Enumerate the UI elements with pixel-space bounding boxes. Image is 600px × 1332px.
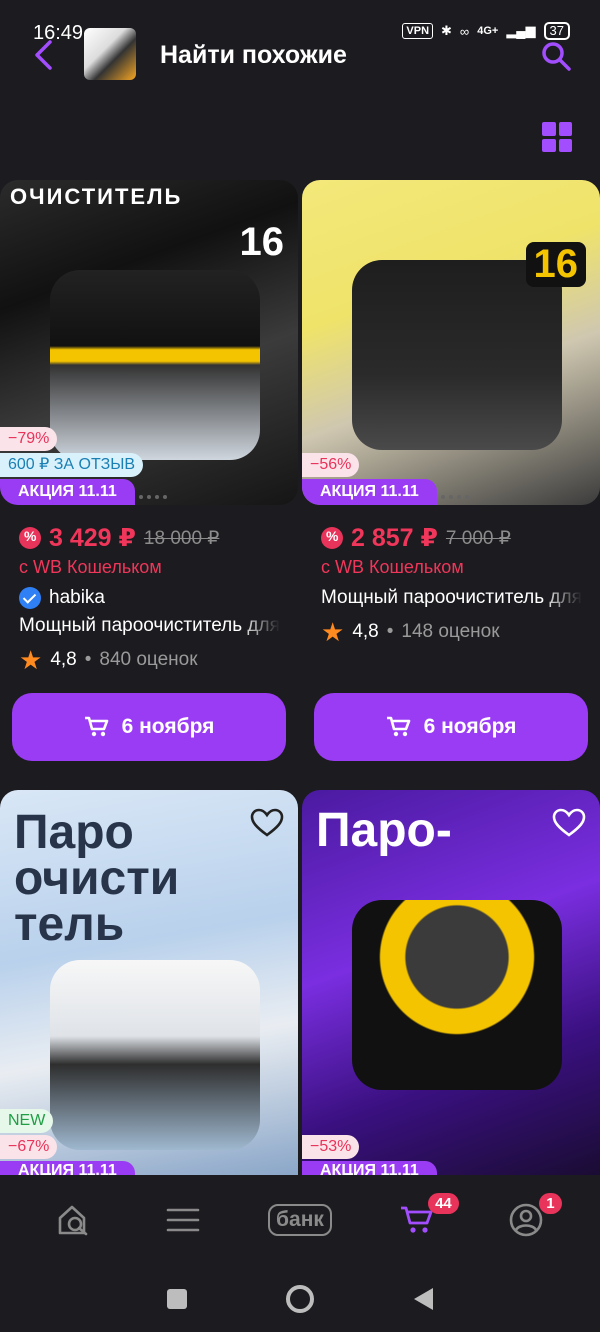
image-number: 16 <box>239 220 285 264</box>
star-icon: ★ <box>19 645 43 675</box>
rating-separator: • <box>386 621 394 642</box>
promo-badge: АКЦИЯ 11.11 <box>302 479 437 505</box>
cart-icon <box>84 716 108 737</box>
verified-check-icon <box>19 587 41 609</box>
nav-cart[interactable]: 44 <box>385 1193 459 1245</box>
recents-square-icon[interactable] <box>165 1287 189 1311</box>
price-row: 2 857 ₽ 7 000 ₽ <box>302 523 600 553</box>
brand-name: habika <box>49 587 105 608</box>
back-triangle-icon[interactable] <box>411 1286 435 1312</box>
discount-badge: −53% <box>302 1135 360 1159</box>
product-name: Мощный пароочиститель для дома <box>0 615 280 637</box>
badges: NEW −67% АКЦИЯ 11.11 <box>0 1109 135 1175</box>
delivery-date: 6 ноября <box>121 715 215 738</box>
new-badge: NEW <box>0 1109 54 1133</box>
image-number: 16 <box>525 242 586 287</box>
product-photo <box>352 900 562 1090</box>
price: 3 429 ₽ <box>49 524 136 552</box>
home-circle-icon[interactable] <box>284 1283 316 1315</box>
review-count: 840 оценок <box>99 649 198 670</box>
discount-badge: −67% <box>0 1135 58 1159</box>
rating-separator: • <box>84 649 92 670</box>
price: 2 857 ₽ <box>351 524 438 552</box>
product-image[interactable]: ОЧИСТИТЕЛЬ 16 −79% 600 ₽ ЗА ОТЗЫВ АКЦИЯ … <box>0 180 298 505</box>
badges: −56% АКЦИЯ 11.11 <box>302 453 437 505</box>
profile-icon <box>509 1203 542 1237</box>
promo-badge: АКЦИЯ 11.11 <box>0 1161 135 1175</box>
wallet-note: с WB Кошельком <box>19 557 162 577</box>
delivery-date: 6 ноября <box>423 715 517 738</box>
image-caption: ОЧИСТИТЕЛЬ <box>10 184 183 209</box>
product-card[interactable]: Паро- −53% АКЦИЯ 11.11 <box>302 790 600 1175</box>
nav-catalog[interactable] <box>151 1195 215 1245</box>
discount-percent-icon <box>321 527 343 549</box>
menu-icon <box>166 1208 200 1232</box>
bottom-navigation: банк 44 1 <box>0 1175 600 1265</box>
review-count: 148 оценок <box>401 621 500 642</box>
home-search-icon <box>59 1205 88 1236</box>
rating-value: 4,8 <box>352 621 379 642</box>
favorite-heart-icon[interactable] <box>250 808 284 838</box>
product-name: Мощный пароочиститель для дома <box>302 587 582 609</box>
cart-icon <box>386 716 410 737</box>
wallet-note: с WB Кошельком <box>321 557 464 577</box>
price-row: 3 429 ₽ 18 000 ₽ <box>0 523 298 553</box>
top-app-bar: Найти похожие <box>0 28 600 84</box>
nav-profile[interactable]: 1 <box>494 1193 562 1245</box>
product-photo <box>352 260 562 450</box>
search-icon[interactable] <box>540 40 572 72</box>
back-arrow-icon[interactable] <box>30 38 58 72</box>
image-caption: Паро- <box>316 804 452 857</box>
promo-badge: АКЦИЯ 11.11 <box>0 479 135 505</box>
star-icon: ★ <box>321 617 345 647</box>
badges: −53% АКЦИЯ 11.11 <box>302 1135 437 1175</box>
product-image[interactable]: Паро- −53% АКЦИЯ 11.11 <box>302 790 600 1175</box>
nav-bank[interactable]: банк <box>260 1195 340 1245</box>
nav-home[interactable] <box>42 1195 106 1245</box>
discount-badge: −56% <box>302 453 360 477</box>
rating-value: 4,8 <box>50 649 77 670</box>
product-card[interactable]: ОЧИСТИТЕЛЬ 16 −79% 600 ₽ ЗА ОТЗЫВ АКЦИЯ … <box>0 180 298 675</box>
review-bonus-badge: 600 ₽ ЗА ОТЗЫВ <box>0 453 144 477</box>
profile-notification-badge: 1 <box>539 1193 562 1214</box>
discount-percent-icon <box>19 527 41 549</box>
rating-row: ★ 4,8 • 148 оценок <box>302 617 600 647</box>
old-price: 7 000 ₽ <box>445 527 511 549</box>
product-image[interactable]: 16 −56% АКЦИЯ 11.11 <box>302 180 600 505</box>
favorite-heart-icon[interactable] <box>552 808 586 838</box>
badges: −79% 600 ₽ ЗА ОТЗЫВ АКЦИЯ 11.11 <box>0 427 144 505</box>
page-title: Найти похожие <box>160 41 347 69</box>
brand-row[interactable]: habika <box>0 587 298 609</box>
rating-row: ★ 4,8 • 840 оценок <box>0 645 298 675</box>
add-to-cart-button[interactable]: 6 ноября <box>314 693 588 761</box>
bank-label: банк <box>268 1204 332 1236</box>
product-card[interactable]: 16 −56% АКЦИЯ 11.11 2 857 ₽ 7 000 ₽ с WB… <box>302 180 600 647</box>
old-price: 18 000 ₽ <box>143 527 220 549</box>
product-card[interactable]: Паро очисти тель NEW −67% АКЦИЯ 11.11 <box>0 790 298 1175</box>
promo-badge: АКЦИЯ 11.11 <box>302 1161 437 1175</box>
product-image[interactable]: Паро очисти тель NEW −67% АКЦИЯ 11.11 <box>0 790 298 1175</box>
add-to-cart-button[interactable]: 6 ноября <box>12 693 286 761</box>
system-navigation-bar <box>0 1265 600 1332</box>
reference-product-thumbnail[interactable] <box>84 28 136 80</box>
grid-view-icon[interactable] <box>542 122 572 152</box>
cart-count-badge: 44 <box>428 1193 459 1214</box>
image-pager-dots <box>433 495 469 499</box>
discount-badge: −79% <box>0 427 58 451</box>
